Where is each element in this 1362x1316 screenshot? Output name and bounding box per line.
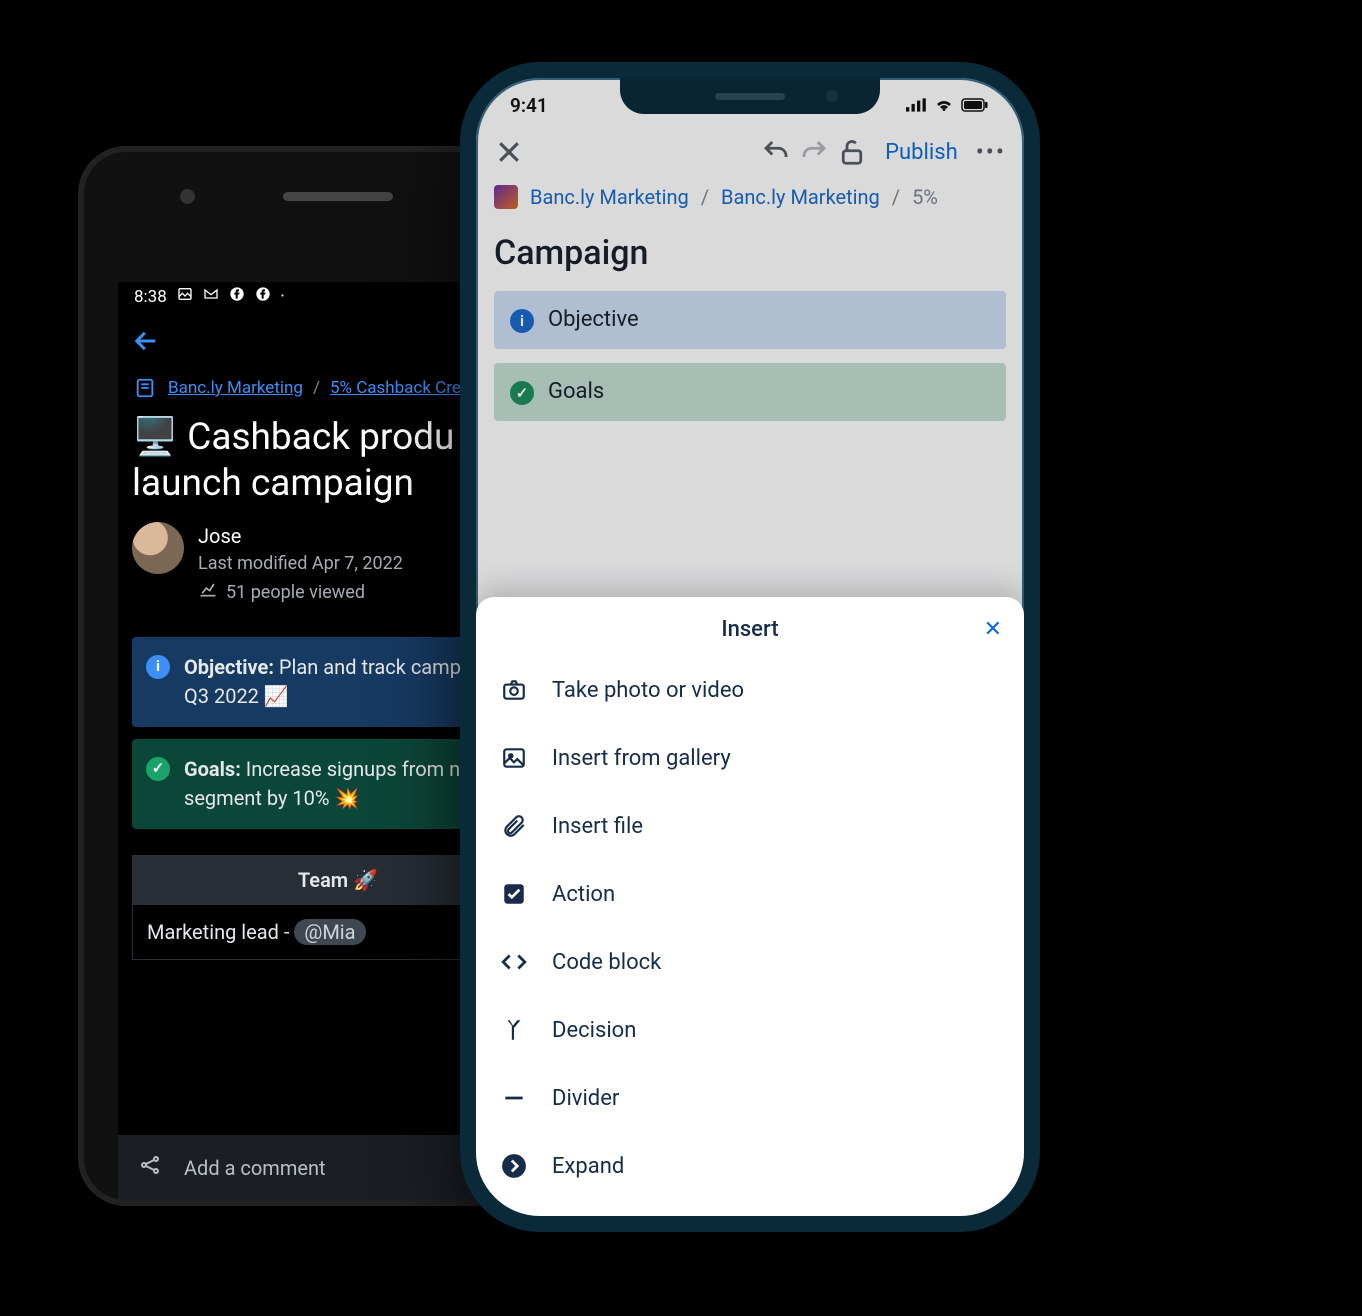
undo-button[interactable] (761, 137, 791, 167)
signal-icon (906, 94, 928, 117)
back-button[interactable] (132, 327, 160, 359)
info-icon: i (510, 309, 534, 333)
notch-speaker (715, 93, 785, 100)
phone-speaker (283, 192, 393, 201)
unlock-icon[interactable] (837, 137, 867, 167)
share-icon[interactable] (138, 1153, 162, 1182)
views-count: 51 people viewed (226, 580, 365, 606)
info-icon: i (146, 655, 170, 679)
wifi-icon (934, 94, 954, 117)
comment-placeholder[interactable]: Add a comment (184, 1156, 326, 1180)
breadcrumb-sep: / (701, 185, 709, 209)
team-row-label: Marketing lead - (147, 920, 294, 944)
last-modified: Last modified Apr 7, 2022 (198, 551, 403, 577)
facebook-icon-2 (255, 286, 271, 307)
breadcrumb-sep: / (313, 378, 320, 398)
sheet-item-label: Expand (552, 1154, 624, 1179)
sheet-title: Insert (721, 617, 778, 642)
image-icon (177, 286, 193, 307)
insert-expand[interactable]: Expand (476, 1132, 1024, 1200)
space-icon (494, 185, 518, 209)
insert-file[interactable]: Insert file (476, 792, 1024, 860)
goals-label: Goals (548, 379, 604, 405)
sheet-close-button[interactable]: ✕ (984, 617, 1002, 642)
status-time: 9:41 (510, 94, 548, 117)
divider-icon (500, 1084, 528, 1112)
expand-icon (500, 1152, 528, 1180)
decision-icon (500, 1016, 528, 1044)
breadcrumb-link-1[interactable]: Banc.ly Marketing (168, 378, 303, 398)
publish-button[interactable]: Publish (885, 140, 958, 165)
gmail-icon (203, 286, 219, 307)
breadcrumb-link-1[interactable]: Banc.ly Marketing (530, 185, 689, 209)
editor-toolbar: Publish ••• (476, 123, 1024, 179)
sheet-item-label: Insert file (552, 814, 643, 839)
title-line-2: launch campaign (132, 462, 414, 505)
breadcrumb-link-2[interactable]: Banc.ly Marketing (721, 185, 880, 209)
check-icon: ✓ (510, 381, 534, 405)
notch-camera (826, 90, 838, 102)
avatar[interactable] (132, 522, 184, 574)
status-time: 8:38 (134, 287, 167, 307)
phone-camera-dot (180, 189, 195, 204)
camera-icon (500, 676, 528, 704)
attachment-icon (500, 812, 528, 840)
sheet-item-label: Decision (552, 1018, 636, 1043)
sheet-item-label: Action (552, 882, 615, 907)
insert-decision[interactable]: Decision (476, 996, 1024, 1064)
goals-label: Goals: (184, 757, 241, 781)
iphone-notch (620, 78, 880, 114)
insert-action[interactable]: Action (476, 860, 1024, 928)
insert-code-block[interactable]: Code block (476, 928, 1024, 996)
page-title[interactable]: Campaign (476, 219, 1024, 291)
breadcrumb-sep-2: / (892, 185, 900, 209)
author-name: Jose (198, 522, 403, 551)
objective-panel[interactable]: i Objective (494, 291, 1006, 349)
more-dot-icon: • (281, 291, 284, 302)
title-line-1: 🖥️ Cashback produ (132, 416, 454, 459)
sheet-item-label: Insert from gallery (552, 746, 731, 771)
objective-label: Objective (548, 307, 639, 333)
page-icon (132, 375, 158, 401)
gallery-icon (500, 744, 528, 772)
insert-divider[interactable]: Divider (476, 1064, 1024, 1132)
sheet-item-label: Take photo or video (552, 678, 744, 703)
checkbox-icon (500, 880, 528, 908)
objective-label: Objective: (184, 655, 274, 679)
chart-icon (198, 579, 218, 607)
sheet-item-label: Divider (552, 1086, 619, 1111)
insert-take-photo[interactable]: Take photo or video (476, 656, 1024, 724)
insert-from-gallery[interactable]: Insert from gallery (476, 724, 1024, 792)
insert-sheet: Insert ✕ Take photo or video Insert from… (476, 597, 1024, 1220)
sheet-header: Insert ✕ (476, 597, 1024, 656)
sheet-item-label: Code block (552, 950, 661, 975)
facebook-icon (229, 286, 245, 307)
code-icon (500, 948, 528, 976)
more-button[interactable]: ••• (976, 138, 1006, 166)
user-mention[interactable]: @Mia (294, 919, 365, 945)
iphone-frame: 9:41 Publish ••• (460, 62, 1040, 1232)
goals-panel[interactable]: ✓ Goals (494, 363, 1006, 421)
redo-button[interactable] (799, 137, 829, 167)
breadcrumb-link-2[interactable]: 5% Cashback Credit (330, 378, 480, 398)
close-button[interactable] (494, 137, 524, 167)
breadcrumb: Banc.ly Marketing / Banc.ly Marketing / … (476, 179, 1024, 219)
breadcrumb-truncated[interactable]: 5% (912, 185, 938, 209)
battery-icon (960, 94, 990, 117)
check-icon: ✓ (146, 757, 170, 781)
